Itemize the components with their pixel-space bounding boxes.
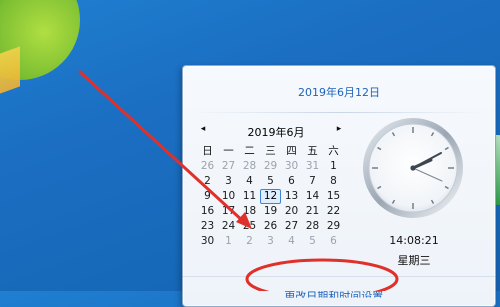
- calendar-day[interactable]: 11: [239, 189, 260, 204]
- calendar-day[interactable]: 30: [281, 159, 302, 174]
- calendar-day[interactable]: 10: [218, 189, 239, 204]
- calendar-day[interactable]: 4: [281, 234, 302, 249]
- calendar-day[interactable]: 2: [239, 234, 260, 249]
- calendar-day[interactable]: 16: [197, 204, 218, 219]
- calendar-day[interactable]: 27: [281, 219, 302, 234]
- calendar-day[interactable]: 6: [281, 174, 302, 189]
- calendar-day[interactable]: 1: [218, 234, 239, 249]
- calendar-day[interactable]: 3: [218, 174, 239, 189]
- calendar-day[interactable]: 31: [302, 159, 323, 174]
- calendar-day[interactable]: 20: [281, 204, 302, 219]
- datetime-popup: 2019年6月12日 ◂ 2019年6月 ▸ 日一二三四五六 26 27 28 29 30…: [182, 65, 496, 307]
- calendar-day-today[interactable]: 12: [260, 189, 281, 204]
- weekday-header-cell: 四: [286, 145, 297, 157]
- calendar-day[interactable]: 21: [302, 204, 323, 219]
- calendar-day[interactable]: 3: [260, 234, 281, 249]
- calendar-day[interactable]: 26: [197, 159, 218, 174]
- weekday-header-cell: 一: [223, 145, 234, 157]
- next-month-icon[interactable]: ▸: [333, 124, 345, 134]
- calendar-day[interactable]: 18: [239, 204, 260, 219]
- analog-clock-icon: [363, 118, 463, 218]
- calendar-day[interactable]: 17: [218, 204, 239, 219]
- digital-time: 14:08:21: [389, 234, 439, 247]
- calendar-week-row: 16 17 18 19 20 21 22: [197, 204, 355, 219]
- footer-divider: [183, 276, 495, 277]
- change-datetime-settings-link[interactable]: 更改日期和时间设置...: [183, 288, 495, 298]
- calendar-day[interactable]: 28: [302, 219, 323, 234]
- month-calendar: ◂ 2019年6月 ▸ 日一二三四五六 26 27 28 29 30 31 1 2 3 4 5 6 7 8 9…: [197, 122, 355, 249]
- calendar-day[interactable]: 5: [260, 174, 281, 189]
- calendar-day[interactable]: 25: [239, 219, 260, 234]
- calendar-week-row: 23 24 25 26 27 28 29: [197, 219, 355, 234]
- windows-logo-fragment-yellow: [0, 46, 20, 94]
- calendar-week-row: 30 1 2 3 4 5 6: [197, 234, 355, 249]
- calendar-day[interactable]: 22: [323, 204, 344, 219]
- weekday-header-cell: 二: [244, 145, 255, 157]
- weekday-header-cell: 日: [202, 145, 213, 157]
- weekday-header-cell: 三: [265, 145, 276, 157]
- calendar-week-row: 2345678: [197, 174, 355, 189]
- calendar-day[interactable]: 15: [323, 189, 344, 204]
- calendar-day[interactable]: 8: [323, 174, 344, 189]
- calendar-day[interactable]: 26: [260, 219, 281, 234]
- calendar-grid: 日一二三四五六 26 27 28 29 30 31 1 2 3 4 5 6 7 8 9 10 11 12 13 14 15…: [197, 144, 355, 249]
- calendar-day[interactable]: 7: [302, 174, 323, 189]
- calendar-day[interactable]: 24: [218, 219, 239, 234]
- calendar-day[interactable]: 1: [323, 159, 344, 174]
- month-title[interactable]: 2019年6月: [197, 124, 355, 140]
- calendar-day[interactable]: 9: [197, 189, 218, 204]
- current-date-link[interactable]: 2019年6月12日: [183, 84, 495, 100]
- calendar-week-row: 26 27 28 29 30 31 1: [197, 159, 355, 174]
- calendar-week-row: 9 10 11 12 13 14 15: [197, 189, 355, 204]
- weekday-header-cell: 六: [328, 145, 339, 157]
- calendar-day[interactable]: 5: [302, 234, 323, 249]
- calendar-day[interactable]: 2: [197, 174, 218, 189]
- weekday-header-cell: 五: [307, 145, 318, 157]
- calendar-day[interactable]: 19: [260, 204, 281, 219]
- calendar-day[interactable]: 14: [302, 189, 323, 204]
- weekday-label: 星期三: [397, 254, 431, 267]
- calendar-day[interactable]: 29: [260, 159, 281, 174]
- calendar-day[interactable]: 27: [218, 159, 239, 174]
- calendar-day[interactable]: 6: [323, 234, 344, 249]
- calendar-day[interactable]: 30: [197, 234, 218, 249]
- calendar-day[interactable]: 28: [239, 159, 260, 174]
- calendar-day[interactable]: 23: [197, 219, 218, 234]
- popup-divider: [193, 112, 485, 113]
- weekday-header: 日一二三四五六: [197, 144, 355, 159]
- calendar-day[interactable]: 29: [323, 219, 344, 234]
- calendar-day[interactable]: 13: [281, 189, 302, 204]
- calendar-nav: ◂ 2019年6月 ▸: [197, 122, 355, 140]
- calendar-day[interactable]: 4: [239, 174, 260, 189]
